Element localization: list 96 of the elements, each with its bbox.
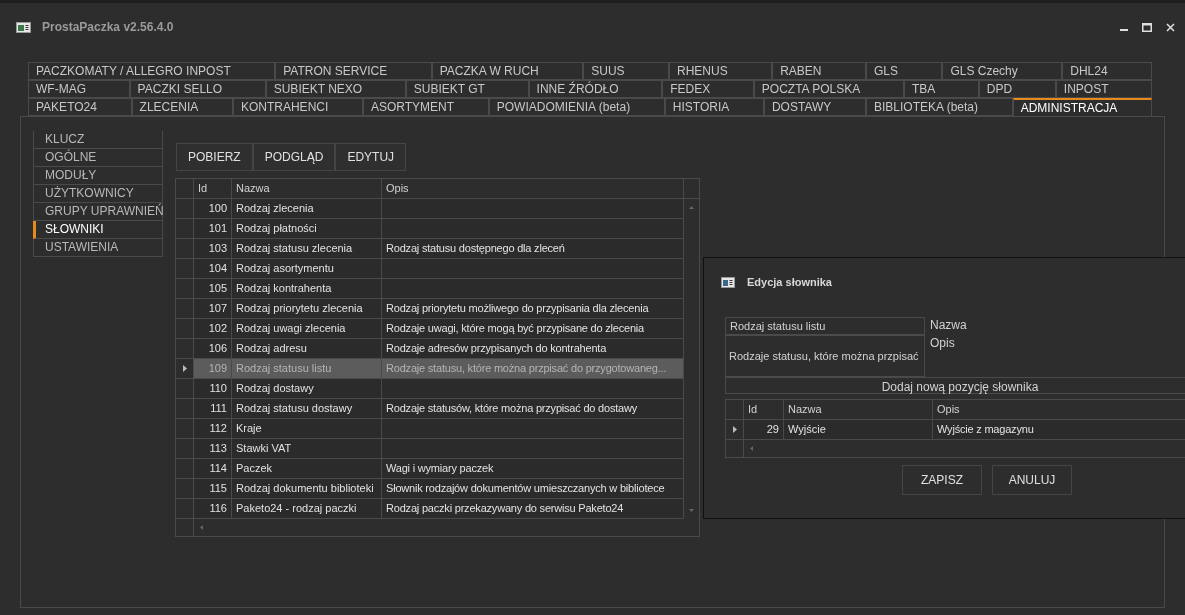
tab[interactable]: PACZKOMATY / ALLEGRO INPOST — [28, 62, 276, 80]
column-header[interactable]: Opis — [933, 400, 1185, 419]
column-header[interactable]: Id — [744, 400, 784, 419]
tab[interactable]: DOSTAWY — [763, 98, 866, 116]
app-icon — [16, 21, 31, 33]
tab[interactable]: INNE ŹRÓDŁO — [528, 80, 663, 98]
table-cell: 111 — [194, 399, 232, 418]
table-cell: 100 — [194, 199, 232, 218]
tab[interactable]: KONTRAHENCI — [232, 98, 363, 116]
tab[interactable]: POWIADOMIENIA (beta) — [488, 98, 665, 116]
table-cell: Rodzaj uwagi zlecenia — [232, 319, 382, 338]
maximize-icon[interactable] — [1142, 22, 1152, 32]
table-cell: Paczek — [232, 459, 382, 478]
text-area[interactable]: Rodzaje statusu, które można przpisać — [725, 335, 925, 377]
tab[interactable]: INPOST — [1055, 80, 1153, 98]
sidebar-item[interactable]: UŻYTKOWNICY — [33, 185, 162, 203]
dialog-button[interactable]: ANULUJ — [992, 465, 1072, 495]
table-cell: Kraje — [232, 419, 382, 438]
tab[interactable]: PAKETO24 — [28, 98, 132, 116]
sidebar-item[interactable]: OGÓLNE — [33, 149, 162, 167]
table-cell: Rodzaj płatności — [232, 219, 382, 238]
table-cell: Rodzaj priorytetu zlecenia — [232, 299, 382, 318]
scroll-left-icon[interactable] — [200, 525, 203, 530]
tab[interactable]: GLS — [865, 62, 943, 80]
tab[interactable]: ASORTYMENT — [362, 98, 489, 116]
sidebar-item[interactable]: MODUŁY — [33, 167, 162, 185]
toolbar-button[interactable]: EDYTUJ — [335, 143, 407, 171]
table-cell: Wyjście z magazynu — [933, 420, 1185, 439]
table-cell: 109 — [194, 359, 232, 378]
dialog-title: Edycja słownika — [747, 274, 832, 290]
sidebar-item[interactable]: SŁOWNIKI — [33, 221, 162, 239]
toolbar-button[interactable]: PODGLĄD — [252, 143, 336, 171]
tab[interactable]: ZLECENIA — [131, 98, 233, 116]
tab[interactable]: RABEN — [772, 62, 866, 80]
table-cell: 101 — [194, 219, 232, 238]
toolbar-button[interactable]: POBIERZ — [176, 143, 253, 171]
table-cell: 107 — [194, 299, 232, 318]
table-cell: 115 — [194, 479, 232, 498]
table-cell: Wyjście — [784, 420, 933, 439]
tab[interactable]: WF-MAG — [28, 80, 130, 98]
column-header[interactable]: Nazwa — [232, 179, 382, 198]
field-label: Nazwa — [930, 317, 967, 333]
sidebar-item[interactable]: KLUCZ — [33, 131, 162, 149]
tab[interactable]: POCZTA POLSKA — [753, 80, 904, 98]
table-cell: 102 — [194, 319, 232, 338]
tab[interactable]: GLS Czechy — [942, 62, 1063, 80]
tab[interactable]: PATRON SERVICE — [275, 62, 432, 80]
table-cell: Rodzaj dokumentu biblioteki — [232, 479, 382, 498]
scroll-left-icon[interactable] — [750, 446, 753, 451]
dialog-button[interactable]: ZAPISZ — [902, 465, 982, 495]
table-cell: 103 — [194, 239, 232, 258]
tab[interactable]: ADMINISTRACJA — [1012, 98, 1153, 116]
table-cell: Rodzaj zlecenia — [232, 199, 382, 218]
tab[interactable]: DPD — [978, 80, 1056, 98]
table-cell: 116 — [194, 499, 232, 518]
tab[interactable]: SUUS — [583, 62, 670, 80]
scroll-up-icon[interactable] — [689, 206, 694, 209]
sidebar-item[interactable]: USTAWIENIA — [33, 239, 162, 257]
table-cell: Rodzaj statusu listu — [232, 359, 382, 378]
dialog-icon — [721, 276, 735, 288]
table-cell: Rodzaj kontrahenta — [232, 279, 382, 298]
tab[interactable]: PACZKA W RUCH — [431, 62, 584, 80]
field-label: Opis — [930, 335, 955, 351]
scroll-down-icon[interactable] — [689, 509, 694, 512]
window-title: ProstaPaczka v2.56.4.0 — [42, 19, 174, 36]
table-cell: 113 — [194, 439, 232, 458]
table-cell: 105 — [194, 279, 232, 298]
table-cell: 106 — [194, 339, 232, 358]
table-cell: Stawki VAT — [232, 439, 382, 458]
table-cell: 29 — [744, 420, 784, 439]
table-cell: Rodzaj dostawy — [232, 379, 382, 398]
column-header[interactable]: Id — [194, 179, 232, 198]
table-cell: 114 — [194, 459, 232, 478]
tab[interactable]: SUBIEKT GT — [405, 80, 529, 98]
text-field[interactable]: Rodzaj statusu listu — [725, 317, 925, 335]
add-entry-button[interactable]: Dodaj nową pozycję słownika — [725, 377, 1185, 394]
tab[interactable]: TBA — [903, 80, 979, 98]
table-cell: Rodzaj statusu dostawy — [232, 399, 382, 418]
tab[interactable]: HISTORIA — [664, 98, 764, 116]
tab[interactable]: BIBLIOTEKA (beta) — [865, 98, 1013, 116]
sidebar-item[interactable]: GRUPY UPRAWNIEŃ — [33, 203, 162, 221]
table-cell: Rodzaj asortymentu — [232, 259, 382, 278]
table-cell: 104 — [194, 259, 232, 278]
tab[interactable]: PACZKI SELLO — [129, 80, 266, 98]
table-cell: Rodzaj adresu — [232, 339, 382, 358]
tab[interactable]: DHL24 — [1062, 62, 1153, 80]
tab[interactable]: RHENUS — [669, 62, 773, 80]
table-cell: 112 — [194, 419, 232, 438]
close-icon[interactable] — [1166, 22, 1175, 32]
column-header[interactable]: Nazwa — [784, 400, 933, 419]
tab[interactable]: FEDEX — [662, 80, 754, 98]
tab[interactable]: SUBIEKT NEXO — [265, 80, 406, 98]
table-cell: 110 — [194, 379, 232, 398]
table-cell: Rodzaj statusu zlecenia — [232, 239, 382, 258]
table-cell: Paketo24 - rodzaj paczki — [232, 499, 382, 518]
column-header[interactable]: Opis — [382, 179, 684, 198]
